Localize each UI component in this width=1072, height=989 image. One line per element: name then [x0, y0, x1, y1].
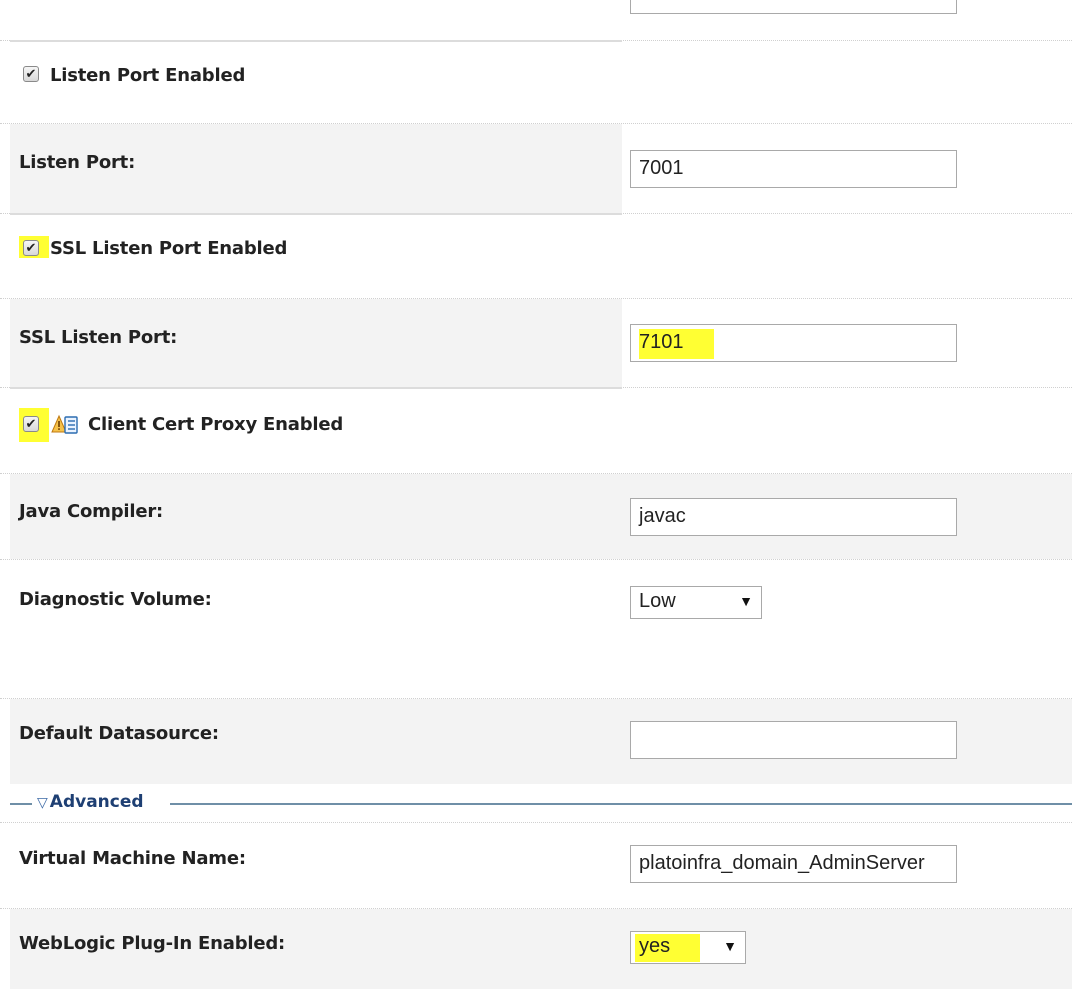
row-diagnostic-volume: Diagnostic Volume: Low ▼: [0, 559, 1072, 698]
client-cert-proxy-enabled-checkbox[interactable]: ✔: [23, 416, 39, 432]
ssl-listen-port-label: SSL Listen Port:: [19, 327, 178, 348]
triangle-down-icon: ▽: [37, 795, 48, 811]
diagnostic-volume-label: Diagnostic Volume:: [19, 589, 212, 610]
row-ssl-listen-port: SSL Listen Port: 7101: [0, 298, 1072, 387]
warning-icon[interactable]: [51, 414, 79, 436]
virtual-machine-name-input[interactable]: platoinfra_domain_AdminServer: [630, 845, 957, 883]
weblogic-plugin-enabled-label: WebLogic Plug-In Enabled:: [19, 933, 286, 954]
ssl-listen-port-enabled-label: SSL Listen Port Enabled: [50, 238, 288, 259]
row-java-compiler: Java Compiler: javac: [0, 473, 1072, 559]
virtual-machine-name-label: Virtual Machine Name:: [19, 848, 246, 869]
client-cert-proxy-enabled-label: Client Cert Proxy Enabled: [88, 414, 344, 435]
listen-port-enabled-label: Listen Port Enabled: [50, 65, 246, 86]
advanced-divider-left: [10, 803, 32, 805]
default-datasource-label: Default Datasource:: [19, 723, 219, 744]
advanced-toggle[interactable]: ▽ Advanced: [37, 792, 144, 812]
java-compiler-label: Java Compiler:: [19, 501, 164, 522]
java-compiler-input[interactable]: javac: [630, 498, 957, 536]
default-datasource-input[interactable]: [630, 721, 957, 759]
advanced-label: Advanced: [49, 792, 144, 812]
row-listen-port-enabled: ✔ Listen Port Enabled: [0, 40, 1072, 123]
diagnostic-volume-select[interactable]: Low ▼: [630, 586, 762, 619]
weblogic-plugin-enabled-select[interactable]: yes ▼: [630, 931, 746, 964]
row-client-cert-proxy-enabled: ✔ Client Cert Proxy Enabled: [0, 387, 1072, 473]
row-virtual-machine-name: Virtual Machine Name: platoinfra_domain_…: [0, 822, 1072, 908]
dropdown-arrow-icon: ▼: [723, 938, 737, 954]
listen-port-enabled-checkbox[interactable]: ✔: [23, 66, 39, 82]
ssl-listen-port-enabled-checkbox[interactable]: ✔: [23, 240, 39, 256]
row-ssl-listen-port-enabled: ✔ SSL Listen Port Enabled: [0, 213, 1072, 298]
listen-port-label: Listen Port:: [19, 152, 136, 173]
ssl-listen-port-input[interactable]: 7101: [630, 324, 957, 362]
row-default-datasource: Default Datasource:: [0, 698, 1072, 784]
dropdown-arrow-icon: ▼: [739, 593, 753, 609]
previous-field-input[interactable]: [630, 0, 957, 14]
row-weblogic-plugin-enabled: WebLogic Plug-In Enabled: yes ▼: [0, 908, 1072, 989]
listen-port-input[interactable]: 7001: [630, 150, 957, 188]
row-listen-port: Listen Port: 7001: [0, 123, 1072, 213]
advanced-divider-right: [170, 803, 1072, 805]
